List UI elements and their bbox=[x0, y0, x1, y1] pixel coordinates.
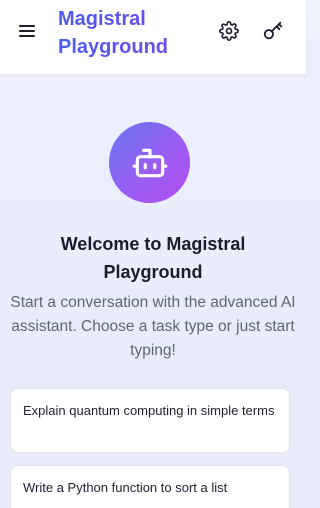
suggestion-card[interactable]: Write a Python function to sort a list bbox=[10, 465, 290, 508]
hamburger-menu-icon bbox=[19, 25, 35, 37]
welcome-title: Welcome to Magistral Playground bbox=[60, 234, 246, 282]
app-header: Magistral Playground bbox=[0, 0, 306, 75]
gear-icon bbox=[219, 21, 239, 41]
api-key-button[interactable] bbox=[259, 17, 287, 45]
assistant-avatar bbox=[109, 122, 190, 203]
settings-button[interactable] bbox=[215, 17, 243, 45]
app-title: Magistral Playground bbox=[58, 5, 208, 61]
robot-icon bbox=[132, 148, 167, 177]
welcome-subtitle: Start a conversation with the advanced A… bbox=[10, 294, 296, 359]
suggestion-card[interactable]: Explain quantum computing in simple term… bbox=[10, 388, 290, 453]
menu-button[interactable] bbox=[14, 18, 40, 44]
key-icon bbox=[263, 21, 283, 40]
